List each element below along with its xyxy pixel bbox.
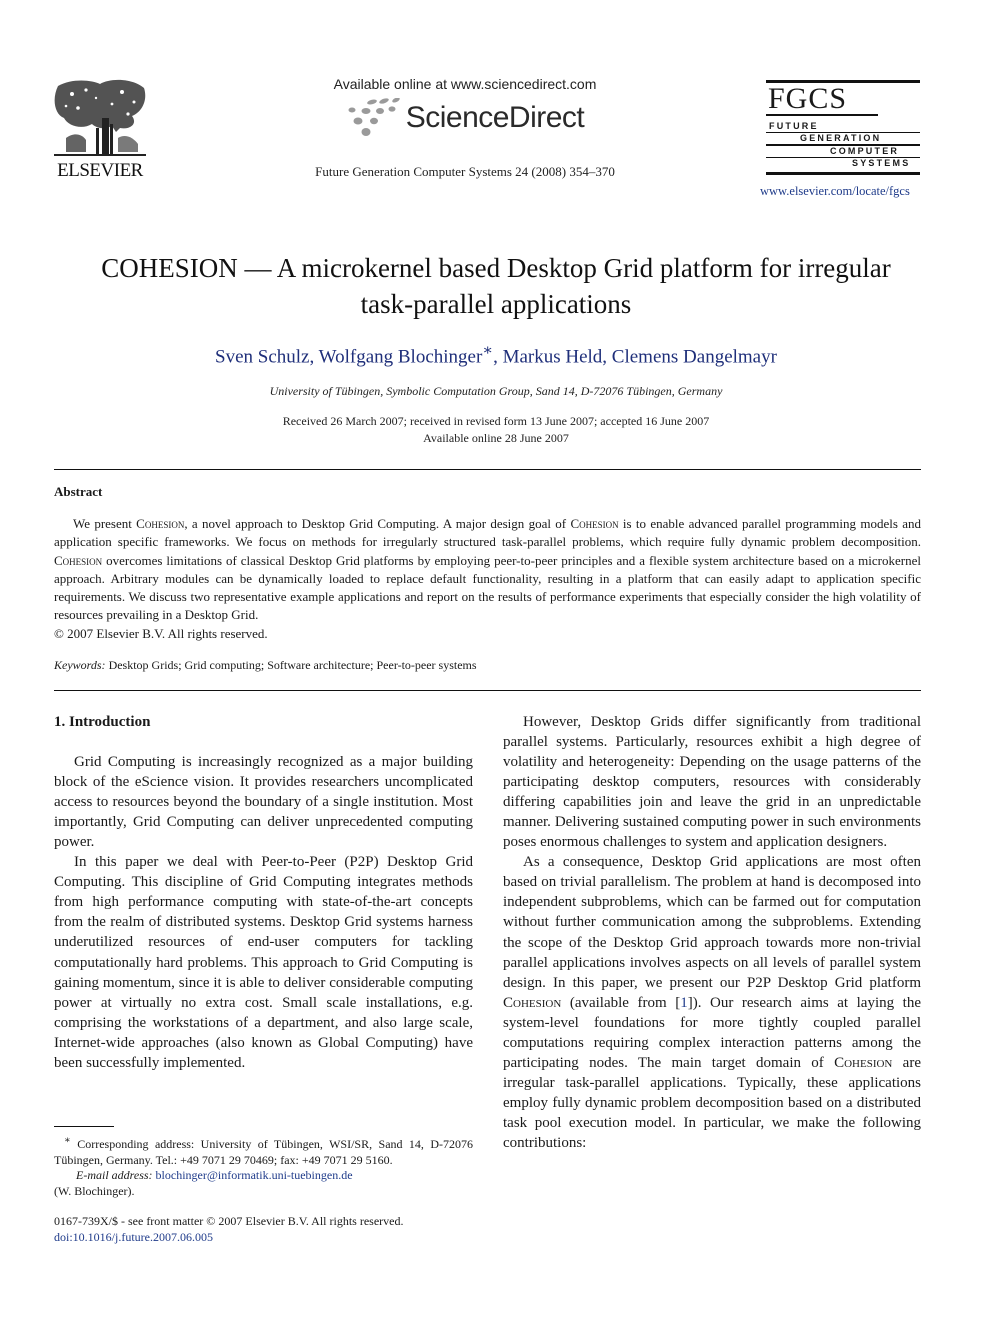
divider bbox=[54, 469, 921, 470]
email-owner: (W. Blochinger). bbox=[54, 1183, 135, 1198]
article-dates: Received 26 March 2007; received in revi… bbox=[40, 413, 952, 447]
sciencedirect-logo: ScienceDirect bbox=[290, 96, 640, 140]
left-column: 1. Introduction Grid Computing is increa… bbox=[54, 712, 473, 1073]
system-name: Cohesion bbox=[570, 516, 619, 531]
fgcs-journal-logo: FGCS FUTURE GENERATION COMPUTER SYSTEMS bbox=[766, 80, 920, 175]
section-heading: 1. Introduction bbox=[54, 714, 151, 730]
fgcs-line-computer: COMPUTER bbox=[830, 145, 900, 156]
title-line-2: task-parallel applications bbox=[360, 289, 632, 319]
keywords-label: Keywords: bbox=[54, 657, 106, 672]
sciencedirect-wordmark: ScienceDirect bbox=[405, 101, 585, 134]
divider bbox=[54, 690, 921, 691]
system-name: Cohesion bbox=[136, 516, 185, 531]
paragraph: However, Desktop Grids differ significan… bbox=[503, 714, 921, 851]
journal-reference: Future Generation Computer Systems 24 (2… bbox=[315, 164, 615, 179]
sciencedirect-dots-icon bbox=[348, 98, 400, 136]
author-link[interactable]: Clemens Dangelmayr bbox=[612, 346, 777, 367]
abstract-heading: Abstract bbox=[54, 484, 103, 499]
footnote-rule bbox=[54, 1126, 114, 1127]
fgcs-line-future: FUTURE bbox=[769, 120, 819, 131]
abstract-text: We present Cohesion, a novel approach to… bbox=[54, 516, 921, 623]
title-line-1: COHESION — A microkernel based Desktop G… bbox=[101, 253, 891, 283]
elsevier-tree-icon bbox=[54, 79, 146, 156]
doi-link[interactable]: doi:10.1016/j.future.2007.06.005 bbox=[54, 1230, 213, 1244]
paragraph: In this paper we deal with Peer-to-Peer … bbox=[54, 854, 473, 1071]
title-block: COHESION — A microkernel based Desktop G… bbox=[40, 250, 952, 447]
author-link[interactable]: Sven Schulz bbox=[215, 346, 309, 367]
front-matter: 0167-739X/$ - see front matter © 2007 El… bbox=[54, 1214, 484, 1245]
system-name: Cohesion bbox=[54, 552, 103, 568]
fgcs-abbr: FGCS bbox=[768, 82, 848, 115]
paragraph: As a consequence, Desktop Grid applicati… bbox=[503, 854, 922, 1151]
issn-line: 0167-739X/$ - see front matter © 2007 El… bbox=[54, 1214, 404, 1228]
available-online-date: Available online 28 June 2007 bbox=[423, 431, 569, 446]
corresponding-author-mark[interactable]: ∗ bbox=[482, 342, 493, 359]
journal-homepage-link[interactable]: www.elsevier.com/locate/fgcs bbox=[760, 184, 910, 199]
footnote-mark: ∗ bbox=[64, 1135, 71, 1146]
footnote-address: Corresponding address: University of Tüb… bbox=[54, 1137, 473, 1167]
author-link[interactable]: Markus Held bbox=[503, 346, 603, 367]
paragraph: Grid Computing is increasingly recognize… bbox=[54, 754, 473, 851]
system-name: Cohesion bbox=[834, 1054, 893, 1071]
email-label: E-mail address: bbox=[76, 1168, 153, 1182]
publisher-name: ELSEVIER bbox=[57, 160, 143, 181]
received-dates: Received 26 March 2007; received in revi… bbox=[282, 414, 710, 429]
system-name: Cohesion bbox=[503, 994, 562, 1011]
keywords-list: Desktop Grids; Grid computing; Software … bbox=[108, 657, 477, 672]
right-column: However, Desktop Grids differ significan… bbox=[503, 712, 921, 1153]
reference-link[interactable]: 1 bbox=[680, 995, 688, 1011]
available-online-text: Available online at www.sciencedirect.co… bbox=[333, 76, 597, 92]
elsevier-logo: ELSEVIER bbox=[52, 78, 148, 182]
copyright-notice: © 2007 Elsevier B.V. All rights reserved… bbox=[54, 625, 268, 641]
footnote: ∗ Corresponding address: University of T… bbox=[54, 1133, 473, 1199]
email-link[interactable]: blochinger@informatik.uni-tuebingen.de bbox=[156, 1168, 353, 1182]
paper-title: COHESION — A microkernel based Desktop G… bbox=[40, 250, 952, 322]
author-link[interactable]: Wolfgang Blochinger bbox=[319, 346, 483, 367]
abstract-section: Abstract We present Cohesion, a novel ap… bbox=[54, 484, 921, 673]
keywords: Keywords: Desktop Grids; Grid computing;… bbox=[54, 658, 921, 673]
fgcs-line-generation: GENERATION bbox=[800, 133, 882, 143]
fgcs-rule bbox=[766, 172, 920, 175]
affiliation: University of Tübingen, Symbolic Computa… bbox=[269, 384, 723, 399]
fgcs-line-systems: SYSTEMS bbox=[852, 158, 911, 168]
author-list: Sven Schulz, Wolfgang Blochinger∗, Marku… bbox=[215, 342, 777, 368]
sciencedirect-block: Available online at www.sciencedirect.co… bbox=[290, 76, 640, 180]
